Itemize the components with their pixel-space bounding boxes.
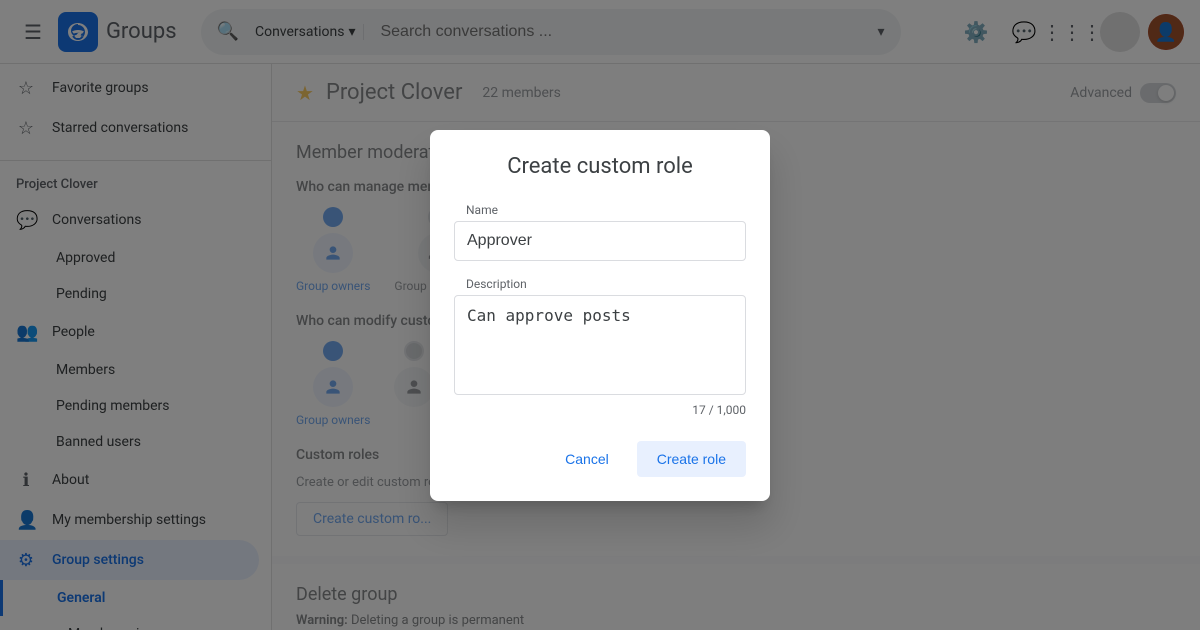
dialog-title: Create custom role [454, 154, 746, 179]
name-input[interactable] [454, 221, 746, 261]
name-field: Name [454, 203, 746, 261]
char-counter: 17 / 1,000 [454, 403, 746, 417]
dialog-actions: Cancel Create role [454, 441, 746, 477]
name-label: Name [454, 203, 746, 217]
description-label: Description [454, 277, 746, 291]
description-field: Description 17 / 1,000 [454, 277, 746, 417]
layout: ☆ Favorite groups ☆ Starred conversation… [0, 64, 1200, 630]
cancel-button[interactable]: Cancel [545, 441, 629, 477]
create-custom-role-dialog: Create custom role Name Description 17 /… [430, 130, 770, 501]
main-content: ★ Project Clover 22 members Advanced Mem… [272, 64, 1200, 630]
dialog-overlay: Create custom role Name Description 17 /… [272, 64, 1200, 630]
create-role-button[interactable]: Create role [637, 441, 746, 477]
description-textarea[interactable] [454, 295, 746, 395]
